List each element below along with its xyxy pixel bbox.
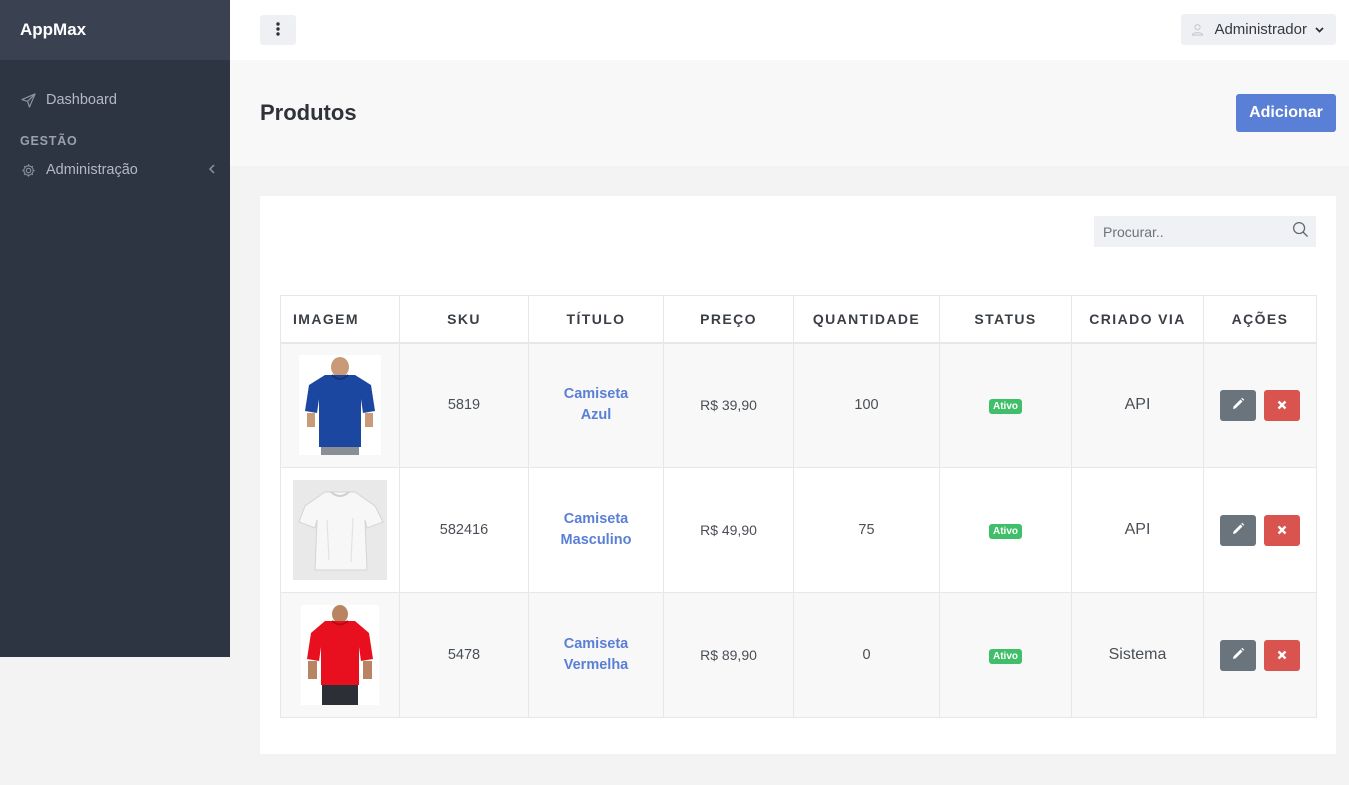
white-tshirt-image xyxy=(293,480,387,580)
sidebar-item-label: Administração xyxy=(46,162,138,178)
pencil-icon xyxy=(1231,647,1245,664)
column-header-acoes: AÇÕES xyxy=(1203,295,1317,344)
sidebar-item-label: Dashboard xyxy=(46,92,117,108)
created-via-cell: API xyxy=(1071,342,1204,468)
column-header-imagem[interactable]: IMAGEM xyxy=(280,295,400,344)
page-title: Produtos xyxy=(260,100,357,125)
status-badge: Ativo xyxy=(989,648,1022,664)
status-badge: Ativo xyxy=(989,398,1022,414)
edit-button[interactable] xyxy=(1220,389,1256,421)
delete-button[interactable] xyxy=(1264,514,1300,546)
search-box xyxy=(1094,216,1316,247)
products-table: IMAGEM SKU TÍTULO PREÇO QUANTIDADE STATU… xyxy=(280,295,1317,718)
title-cell: Camiseta Vermelha xyxy=(528,592,664,718)
search-button[interactable] xyxy=(1284,216,1316,247)
sku-cell: 582416 xyxy=(399,467,529,593)
red-tshirt-image xyxy=(301,605,379,705)
chevron-left-icon xyxy=(208,162,216,178)
created-via-cell: Sistema xyxy=(1071,592,1204,718)
sidebar-section-header: GESTÃO xyxy=(20,134,78,148)
created-via-cell: API xyxy=(1071,467,1204,593)
pencil-icon xyxy=(1231,522,1245,539)
title-cell: Camiseta Masculino xyxy=(528,467,664,593)
sku-cell: 5478 xyxy=(399,592,529,718)
table-row: 5478 Camiseta Vermelha R$ 89,90 0 Ativo … xyxy=(280,592,1317,718)
price-cell: R$ 49,90 xyxy=(663,467,794,593)
sku-cell: 5819 xyxy=(399,342,529,468)
close-icon xyxy=(1277,648,1287,663)
close-icon xyxy=(1277,398,1287,413)
quantity-cell: 75 xyxy=(793,467,940,593)
send-icon xyxy=(20,92,36,108)
blue-tshirt-image xyxy=(299,355,381,456)
column-header-sku[interactable]: SKU xyxy=(399,295,529,344)
price-cell: R$ 39,90 xyxy=(663,342,794,468)
chevron-down-icon xyxy=(1315,26,1324,33)
sidebar-item-dashboard[interactable]: Dashboard xyxy=(0,82,230,118)
table-header-row: IMAGEM SKU TÍTULO PREÇO QUANTIDADE STATU… xyxy=(280,295,1317,344)
search-icon xyxy=(1292,221,1309,243)
status-cell: Ativo xyxy=(939,467,1072,593)
actions-cell xyxy=(1203,467,1317,593)
sidebar: AppMax Dashboard GESTÃO Administração xyxy=(0,0,230,657)
user-name: Administrador xyxy=(1214,21,1307,38)
close-icon xyxy=(1277,523,1287,538)
actions-cell xyxy=(1203,342,1317,468)
column-header-criado-via[interactable]: CRIADO VIA xyxy=(1071,295,1204,344)
column-header-status[interactable]: STATUS xyxy=(939,295,1072,344)
table-row: 5819 Camiseta Azul R$ 39,90 100 Ativo AP… xyxy=(280,342,1317,468)
table-row: 582416 Camiseta Masculino R$ 49,90 75 At… xyxy=(280,467,1317,593)
column-header-titulo[interactable]: TÍTULO xyxy=(528,295,664,344)
product-title-link[interactable]: Camiseta Masculino xyxy=(551,509,641,551)
products-card: IMAGEM SKU TÍTULO PREÇO QUANTIDADE STATU… xyxy=(260,196,1336,754)
product-image-cell xyxy=(280,342,400,468)
topbar: Administrador xyxy=(230,0,1349,60)
sidebar-item-administracao[interactable]: Administração xyxy=(0,152,230,188)
user-menu-button[interactable]: Administrador xyxy=(1181,14,1336,45)
status-badge: Ativo xyxy=(989,523,1022,539)
actions-cell xyxy=(1203,592,1317,718)
quantity-cell: 100 xyxy=(793,342,940,468)
edit-button[interactable] xyxy=(1220,514,1256,546)
column-header-preco[interactable]: PREÇO xyxy=(663,295,794,344)
delete-button[interactable] xyxy=(1264,639,1300,671)
menu-toggle-button[interactable] xyxy=(260,15,296,45)
product-image-cell xyxy=(280,467,400,593)
title-cell: Camiseta Azul xyxy=(528,342,664,468)
price-cell: R$ 89,90 xyxy=(663,592,794,718)
delete-button[interactable] xyxy=(1264,389,1300,421)
user-icon xyxy=(1191,23,1204,36)
pencil-icon xyxy=(1231,397,1245,414)
quantity-cell: 0 xyxy=(793,592,940,718)
brand-logo[interactable]: AppMax xyxy=(0,0,230,60)
status-cell: Ativo xyxy=(939,342,1072,468)
product-title-link[interactable]: Camiseta Vermelha xyxy=(551,634,641,676)
status-cell: Ativo xyxy=(939,592,1072,718)
product-title-link[interactable]: Camiseta Azul xyxy=(551,384,641,426)
product-image-cell xyxy=(280,592,400,718)
search-input[interactable] xyxy=(1094,216,1284,247)
add-product-button[interactable]: Adicionar xyxy=(1236,94,1336,132)
edit-button[interactable] xyxy=(1220,639,1256,671)
page-header: Produtos Adicionar xyxy=(230,60,1349,166)
column-header-quantidade[interactable]: QUANTIDADE xyxy=(793,295,940,344)
gear-icon xyxy=(20,162,36,178)
vertical-dots-icon xyxy=(276,21,280,39)
